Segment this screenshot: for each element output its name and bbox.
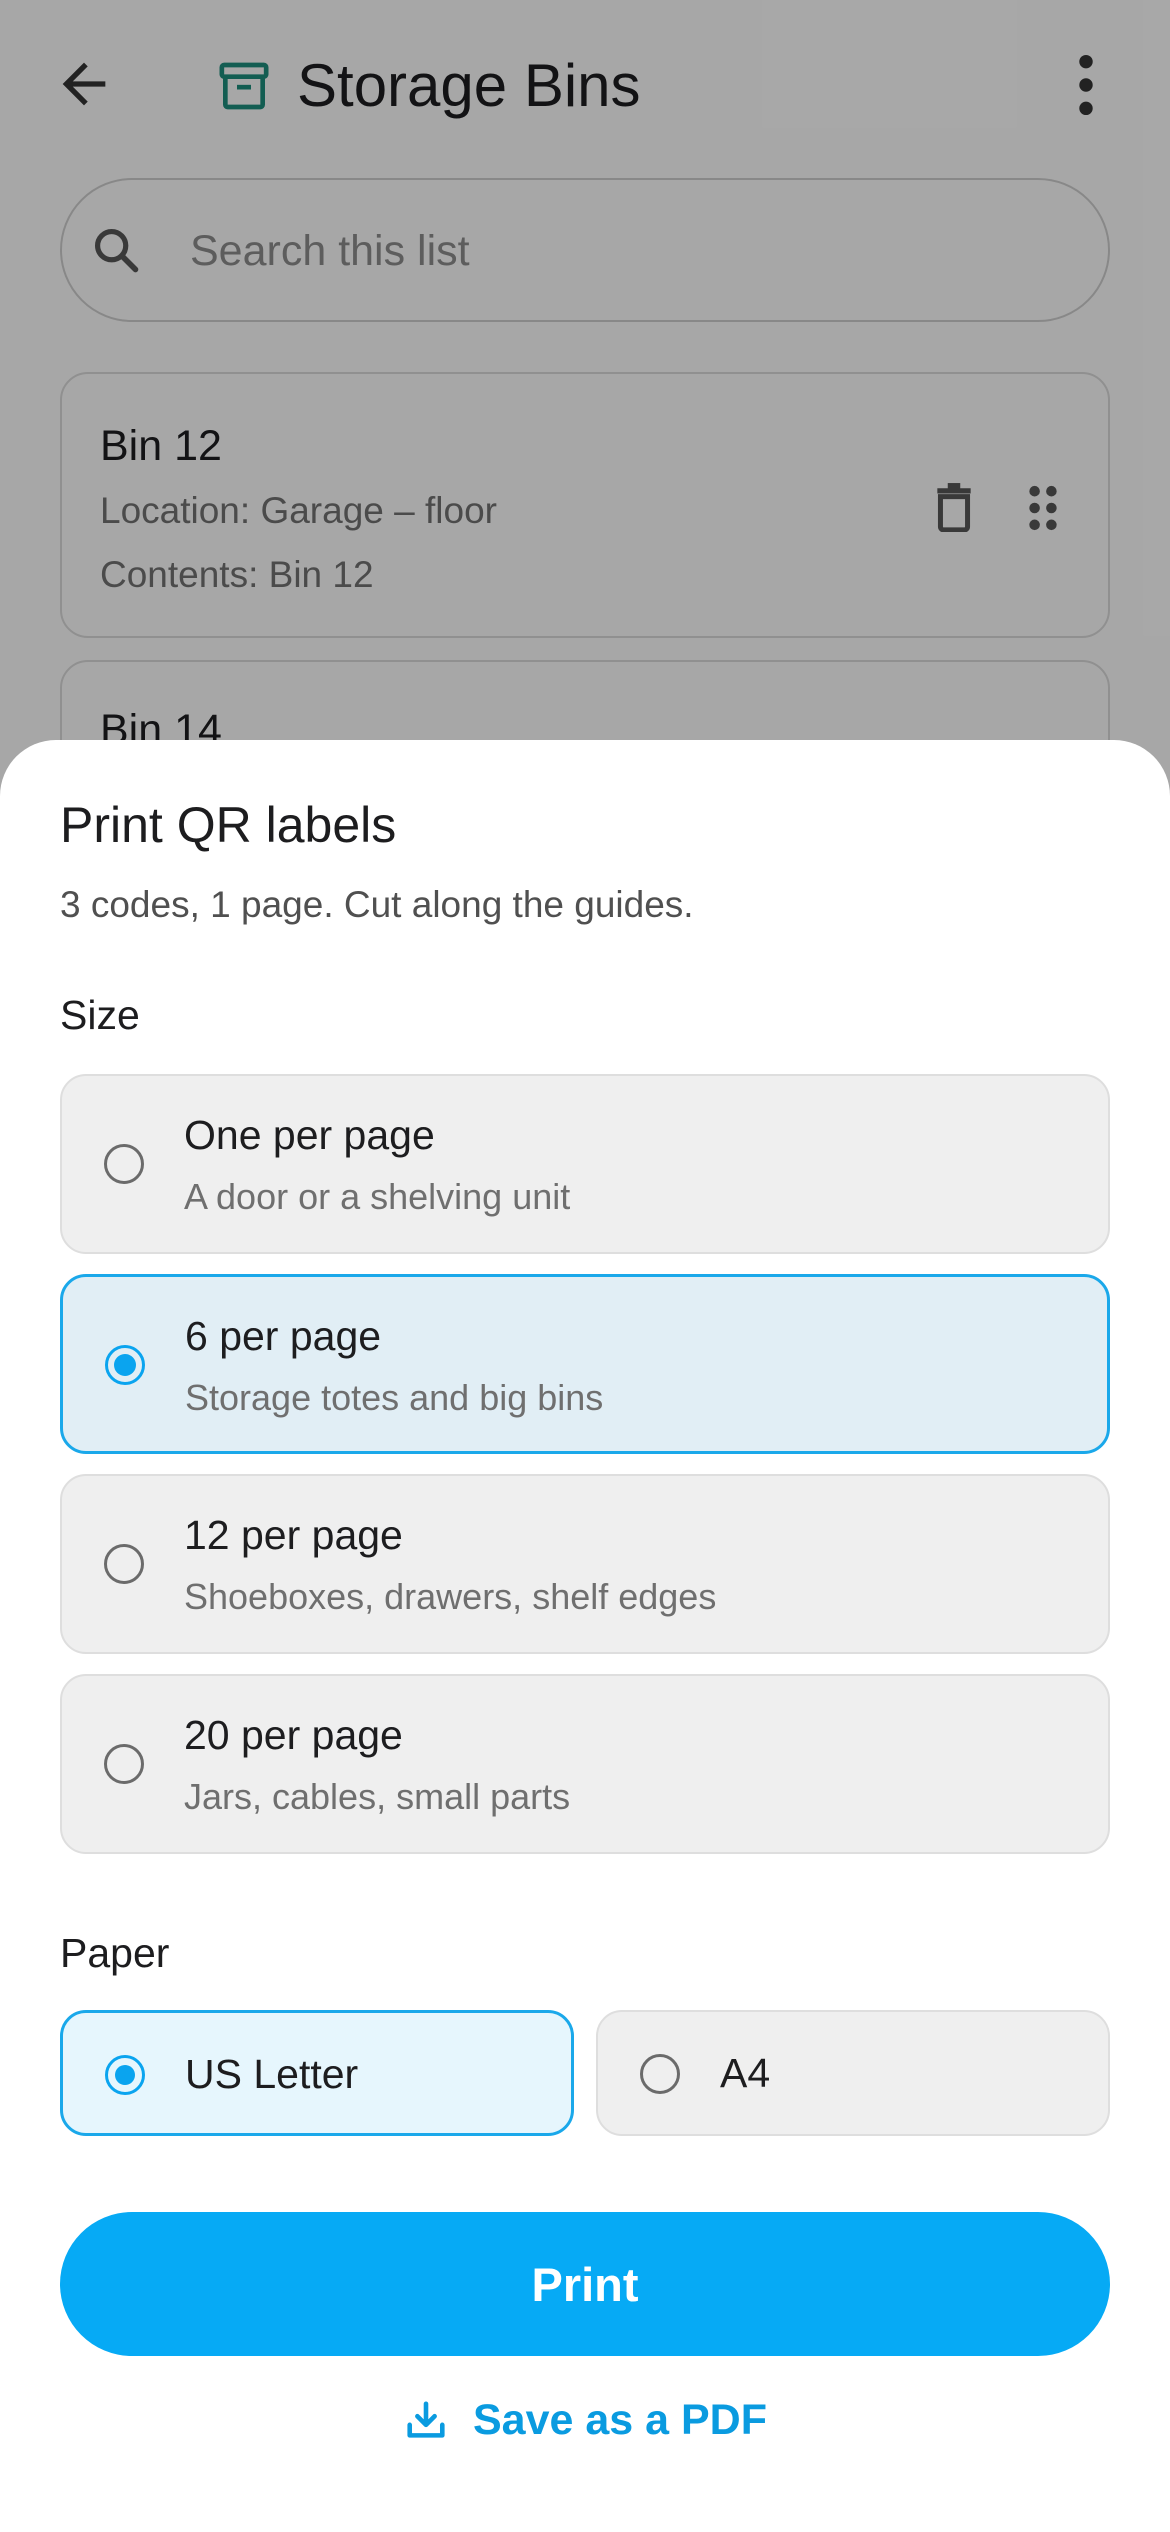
option-title: One per page [184,1112,435,1158]
size-option-one-per-page[interactable]: One per page A door or a shelving unit [60,1074,1110,1254]
option-title: 12 per page [184,1512,403,1558]
radio-button[interactable] [104,1144,144,1184]
radio-button[interactable] [640,2054,680,2094]
print-labels-sheet: Print QR labels 3 codes, 1 page. Cut alo… [0,740,1170,2532]
save-as-pdf-label: Save as a PDF [472,2396,767,2444]
option-description: A door or a shelving unit [184,1176,571,1217]
radio-button[interactable] [105,2055,145,2095]
paper-option-label: US Letter [185,2051,359,2097]
paper-option-a4[interactable]: A4 [596,2010,1110,2136]
print-button[interactable]: Print [60,2212,1110,2356]
radio-button[interactable] [105,1345,145,1385]
save-as-pdf-link[interactable]: Save as a PDF [0,2396,1170,2466]
sheet-title: Print QR labels [60,797,397,853]
size-option-20-per-page[interactable]: 20 per page Jars, cables, small parts [60,1674,1110,1854]
paper-option-us-letter[interactable]: US Letter [60,2010,574,2136]
size-section-label: Size [60,992,140,1038]
option-description: Storage totes and big bins [185,1377,604,1418]
radio-button[interactable] [104,1544,144,1584]
radio-button[interactable] [104,1744,144,1784]
download-icon [407,2400,445,2438]
option-title: 6 per page [185,1313,382,1359]
option-description: Shoeboxes, drawers, shelf edges [184,1576,717,1617]
option-description: Jars, cables, small parts [184,1776,571,1817]
paper-section-label: Paper [60,1930,170,1976]
paper-option-label: A4 [720,2050,771,2096]
size-option-12-per-page[interactable]: 12 per page Shoeboxes, drawers, shelf ed… [60,1474,1110,1654]
option-title: 20 per page [184,1712,403,1758]
sheet-subtitle: 3 codes, 1 page. Cut along the guides. [60,884,694,925]
size-option-6-per-page[interactable]: 6 per page Storage totes and big bins [60,1274,1110,1454]
